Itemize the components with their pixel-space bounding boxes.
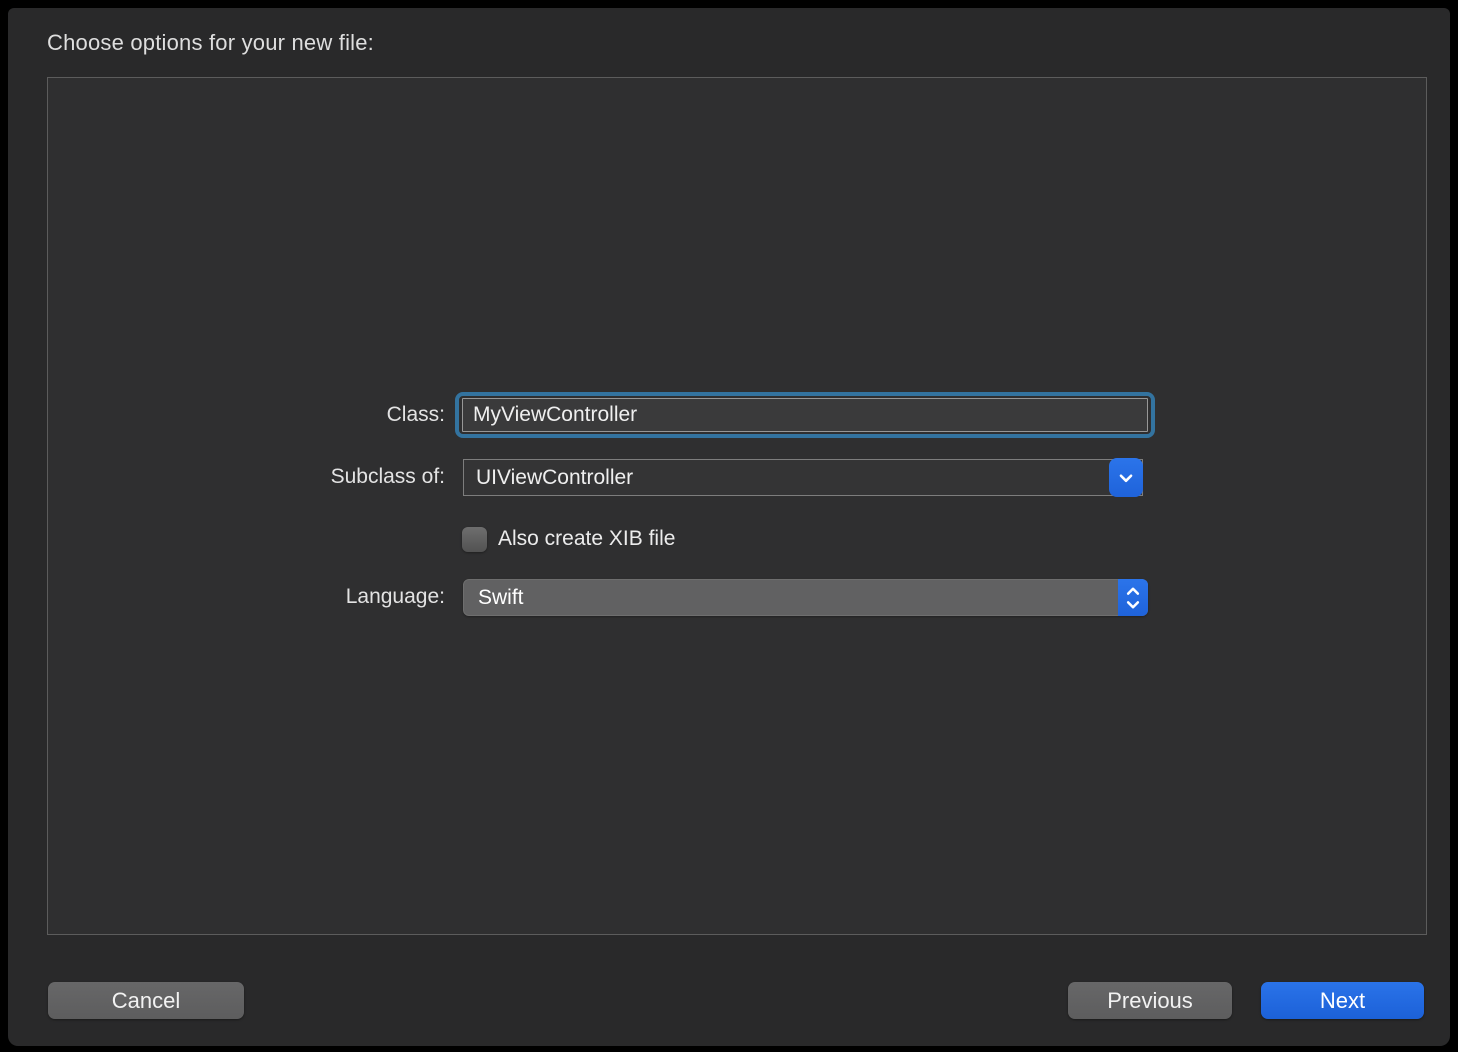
subclass-combo-dropdown-button[interactable] bbox=[1109, 458, 1143, 497]
language-popup-stepper-button[interactable] bbox=[1118, 579, 1148, 616]
class-input[interactable] bbox=[462, 398, 1148, 432]
chevron-down-icon bbox=[1117, 469, 1135, 487]
previous-button[interactable]: Previous bbox=[1068, 982, 1232, 1019]
screenshot-canvas: Choose options for your new file: Class:… bbox=[0, 0, 1458, 1052]
class-field-focus-ring bbox=[455, 392, 1155, 438]
also-create-xib-checkbox[interactable] bbox=[462, 527, 487, 552]
also-create-xib-label: Also create XIB file bbox=[498, 525, 675, 553]
language-popup[interactable]: Swift bbox=[463, 579, 1148, 616]
new-file-options-sheet: Choose options for your new file: Class:… bbox=[8, 8, 1450, 1046]
subclass-of-label: Subclass of: bbox=[208, 464, 445, 490]
subclass-combo-field[interactable]: UIViewController bbox=[463, 459, 1143, 496]
cancel-button[interactable]: Cancel bbox=[48, 982, 244, 1019]
class-label: Class: bbox=[208, 402, 445, 428]
language-label: Language: bbox=[208, 584, 445, 610]
sheet-title: Choose options for your new file: bbox=[47, 30, 374, 56]
chevron-up-down-icon bbox=[1124, 585, 1142, 611]
options-panel bbox=[47, 77, 1427, 935]
next-button[interactable]: Next bbox=[1261, 982, 1424, 1019]
